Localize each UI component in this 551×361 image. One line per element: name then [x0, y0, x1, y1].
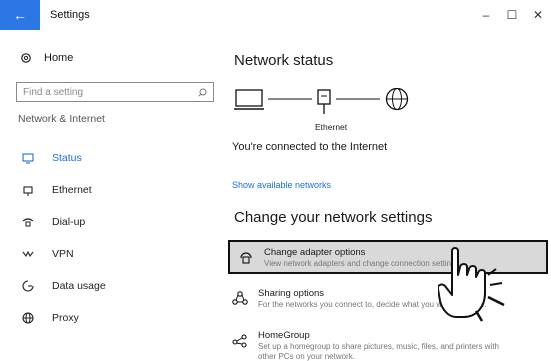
search-placeholder: Find a setting [23, 86, 84, 98]
maximize-button[interactable]: ☐ [499, 0, 525, 30]
sidebar-item-label: Ethernet [52, 184, 92, 196]
back-button[interactable]: ← [0, 0, 40, 30]
sidebar-item-label: VPN [52, 248, 74, 260]
sidebar-item-vpn[interactable]: VPN [0, 238, 222, 270]
homegroup-item[interactable]: HomeGroup Set up a homegroup to share pi… [230, 330, 548, 361]
search-icon [198, 88, 207, 97]
sidebar-item-data-usage[interactable]: Data usage [0, 270, 222, 302]
sidebar-item-label: Status [52, 152, 82, 164]
section-title: Network & Internet [18, 113, 105, 125]
option-description: View network adapters and change connect… [264, 259, 462, 268]
section-heading: Change your network settings [234, 209, 433, 226]
option-title: Change adapter options [264, 247, 366, 258]
show-available-networks-link[interactable]: Show available networks [232, 180, 331, 190]
ethernet-label: Ethernet [315, 122, 348, 132]
sidebar-item-home[interactable]: Home [20, 52, 73, 64]
sidebar: Home Find a setting Network & Internet S… [0, 30, 222, 361]
option-title: HomeGroup [258, 330, 310, 341]
laptop-icon [234, 89, 264, 110]
option-description: Set up a homegroup to share pictures, mu… [258, 342, 500, 351]
window-controls: – ☐ ✕ [473, 0, 551, 30]
ethernet-icon [22, 184, 34, 196]
sidebar-item-label: Dial-up [52, 216, 86, 228]
sidebar-item-dialup[interactable]: Dial-up [0, 206, 222, 238]
sidebar-item-label: Proxy [52, 312, 79, 324]
search-input[interactable]: Find a setting [16, 82, 214, 102]
connection-status-text: You're connected to the Internet [232, 141, 388, 153]
option-description-line2: other PCs on your network. [258, 352, 355, 361]
vpn-icon [22, 248, 34, 260]
dialup-icon [22, 216, 34, 228]
homegroup-icon [230, 330, 250, 350]
sharing-icon [230, 288, 250, 308]
hand-cursor-icon [438, 247, 505, 322]
sidebar-item-status[interactable]: Status [0, 142, 222, 174]
proxy-icon [22, 312, 34, 324]
window-title: Settings [50, 9, 90, 21]
minimize-button[interactable]: – [473, 0, 499, 30]
data-usage-icon [22, 280, 34, 292]
ethernet-port-icon [317, 89, 331, 114]
sidebar-item-ethernet[interactable]: Ethernet [0, 174, 222, 206]
sidebar-item-proxy[interactable]: Proxy [0, 302, 222, 334]
status-icon [22, 152, 34, 164]
globe-icon [385, 88, 409, 111]
close-button[interactable]: ✕ [525, 0, 551, 30]
sidebar-item-label: Home [44, 52, 74, 64]
sidebar-nav: Status Ethernet Dial-up VPN Data usage P… [0, 142, 222, 334]
page-title: Network status [234, 52, 334, 69]
adapter-icon [236, 247, 256, 267]
title-bar: ← Settings – ☐ ✕ [0, 0, 551, 30]
gear-icon [21, 53, 31, 63]
sidebar-item-label: Data usage [52, 280, 106, 292]
network-diagram [234, 88, 409, 114]
